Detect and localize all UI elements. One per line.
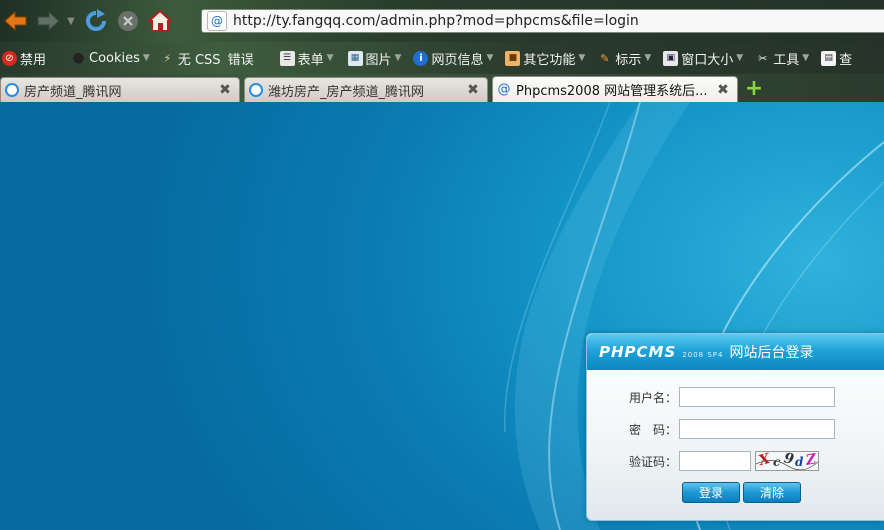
- toolbar-disable[interactable]: ⊘ 禁用: [2, 42, 46, 74]
- captcha-noise: [756, 460, 818, 470]
- stop-button[interactable]: [112, 5, 144, 37]
- chevron-down-icon: ▼: [736, 53, 744, 63]
- reload-icon: [86, 9, 106, 31]
- forward-button[interactable]: [32, 5, 64, 37]
- history-dropdown[interactable]: ▼: [64, 5, 78, 37]
- toolbar-misc[interactable]: ■ 其它功能 ▼: [505, 42, 585, 74]
- pencil-icon: ✎: [600, 51, 610, 65]
- username-row: 用户名：: [587, 386, 884, 408]
- toolbar-label: 查: [839, 52, 853, 68]
- tab-strip: 房产频道_腾讯网 ✖ 潍坊房产_房产频道_腾讯网 ✖ @ Phpcms2008 …: [0, 74, 884, 102]
- back-button[interactable]: [0, 5, 32, 37]
- close-icon[interactable]: ✖: [465, 82, 481, 98]
- tab-fangchan[interactable]: 房产频道_腾讯网 ✖: [0, 77, 240, 102]
- back-arrow-icon: [4, 10, 27, 32]
- tab-weifang[interactable]: 潍坊房产_房产频道_腾讯网 ✖: [244, 77, 488, 102]
- chevron-down-icon: ▼: [67, 15, 75, 27]
- chevron-down-icon: ▼: [326, 53, 334, 63]
- chevron-down-icon: ▼: [394, 53, 402, 63]
- toolbar-label: 其它功能: [523, 52, 576, 68]
- toolbar-no-css[interactable]: ⚡ 无 CSS: [160, 42, 221, 74]
- toolbar-label: 禁用: [20, 52, 47, 68]
- wand-icon: ⚡: [163, 51, 172, 65]
- username-label: 用户名：: [628, 390, 677, 405]
- toolbar-label: 标示: [615, 52, 642, 68]
- site-favicon-icon: @: [497, 82, 511, 97]
- toolbar-view-source[interactable]: ▤ 查: [821, 42, 852, 74]
- forward-arrow-icon: [37, 10, 60, 32]
- block-icon: ⊘: [2, 50, 17, 66]
- toolbar-cookies[interactable]: ● Cookies ▼: [71, 42, 150, 74]
- chevron-down-icon: ▼: [486, 53, 494, 63]
- toolbar-errors[interactable]: 错误: [228, 42, 254, 74]
- chevron-down-icon: ▼: [802, 53, 810, 63]
- toolbar-label: 表单: [297, 52, 324, 68]
- toolbar-label: 网页信息: [431, 52, 484, 68]
- address-bar[interactable]: @ http://ty.fangqq.com/admin.php?mod=php…: [201, 9, 884, 33]
- toolbar-page-info[interactable]: i 网页信息 ▼: [413, 42, 493, 74]
- toolbar-outline[interactable]: ✎ 标示 ▼: [597, 42, 651, 74]
- toolbar-label: 窗口大小: [681, 52, 734, 68]
- box-icon: ■: [505, 50, 521, 66]
- tab-title: 潍坊房产_房产频道_腾讯网: [268, 84, 425, 100]
- login-panel: PHPCMS 2008 SP4 网站后台登录 用户名： 密 码： 验证码： X …: [586, 333, 884, 521]
- phpcms-logo: PHPCMS: [599, 343, 677, 361]
- toolbar-label: 工具: [773, 52, 800, 68]
- toolbar-images[interactable]: ▦ 图片 ▼: [347, 42, 402, 74]
- home-button[interactable]: [144, 5, 176, 37]
- toolbar-label: 图片: [365, 52, 392, 68]
- form-icon: ☰: [279, 50, 295, 66]
- password-input[interactable]: [679, 419, 835, 439]
- close-icon[interactable]: ✖: [217, 82, 233, 98]
- home-icon: [147, 9, 173, 32]
- reload-button[interactable]: [80, 5, 112, 37]
- site-favicon-icon: [249, 83, 263, 97]
- site-identity-icon[interactable]: @: [207, 11, 227, 31]
- image-icon: ▦: [347, 50, 363, 66]
- username-input[interactable]: [679, 387, 835, 407]
- toolbar-label: Cookies: [89, 50, 140, 66]
- site-favicon-icon: [5, 83, 19, 97]
- tab-title: 房产频道_腾讯网: [24, 84, 122, 100]
- chevron-down-icon: ▼: [142, 53, 150, 63]
- login-header: PHPCMS 2008 SP4 网站后台登录: [587, 334, 884, 370]
- window-icon: ▣: [663, 50, 679, 66]
- version-label: 2008 SP4: [682, 350, 724, 359]
- info-icon: i: [413, 50, 429, 66]
- login-title: 网站后台登录: [729, 345, 814, 361]
- toolbar-label: 错误: [227, 52, 254, 68]
- toolbar-label: 无 CSS: [177, 52, 221, 68]
- web-developer-toolbar: ⊘ 禁用 ● Cookies ▼ ⚡ 无 CSS 错误 ☰ 表单 ▼ ▦ 图片 …: [0, 42, 884, 74]
- plus-icon: +: [744, 76, 764, 101]
- close-icon[interactable]: ✖: [715, 82, 731, 98]
- tab-phpcms[interactable]: @ Phpcms2008 网站管理系统后... ✖: [492, 76, 738, 102]
- clear-button[interactable]: 清除: [743, 482, 801, 503]
- captcha-row: 验证码： X c 9 d Z: [587, 450, 884, 472]
- captcha-label: 验证码：: [628, 454, 677, 469]
- captcha-input[interactable]: [679, 451, 751, 471]
- new-tab-button[interactable]: +: [744, 78, 764, 100]
- url-text: http://ty.fangqq.com/admin.php?mod=phpcm…: [233, 13, 639, 29]
- captcha-image[interactable]: X c 9 d Z: [755, 451, 819, 471]
- person-icon: ●: [72, 50, 85, 66]
- toolbar-resize[interactable]: ▣ 窗口大小 ▼: [663, 42, 743, 74]
- tools-icon: ✂: [758, 51, 768, 65]
- toolbar-forms[interactable]: ☰ 表单 ▼: [279, 42, 334, 74]
- navigation-toolbar: ▼ @ http://ty.fangqq.com/admin.php?mod=p…: [0, 0, 884, 42]
- chevron-down-icon: ▼: [644, 53, 652, 63]
- tab-title: Phpcms2008 网站管理系统后...: [516, 84, 708, 99]
- stop-icon: [118, 11, 138, 31]
- password-label: 密 码：: [628, 422, 677, 437]
- chevron-down-icon: ▼: [578, 53, 586, 63]
- password-row: 密 码：: [587, 418, 884, 440]
- page-icon: ▤: [821, 50, 837, 66]
- page-content: PHPCMS 2008 SP4 网站后台登录 用户名： 密 码： 验证码： X …: [0, 102, 884, 530]
- toolbar-tools[interactable]: ✂ 工具 ▼: [755, 42, 809, 74]
- login-button[interactable]: 登录: [682, 482, 740, 503]
